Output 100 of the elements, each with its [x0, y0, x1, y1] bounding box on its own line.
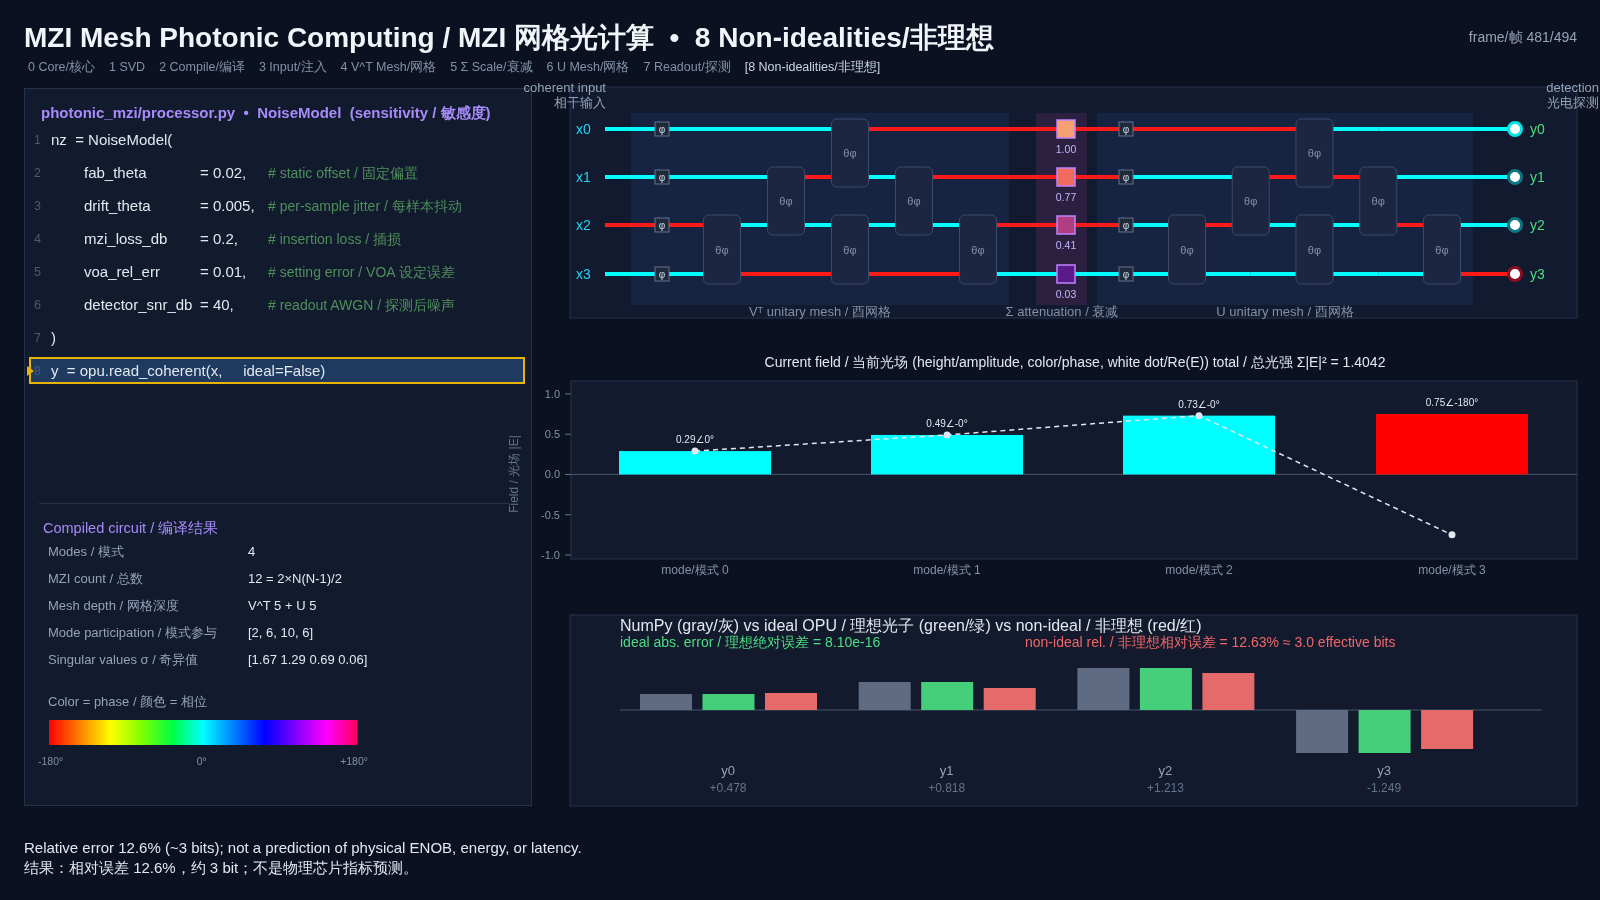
footer-note: 结果：相对误差 12.6%，约 3 bit；不是物理芯片指标预测。 [24, 858, 420, 878]
mzi-block: θφ [767, 166, 805, 236]
bar [1139, 668, 1192, 710]
bar [1421, 710, 1474, 749]
step-tab[interactable]: 5 Σ Scale/衰减 [450, 59, 533, 75]
property-label: Mesh depth / 网格深度 [48, 596, 180, 615]
code-text: = 40, [200, 294, 235, 315]
category-label: mode/模式 2 [1165, 563, 1233, 577]
value-label: 0.29∠0° [676, 434, 714, 446]
tick-label: -1.0 [541, 548, 560, 561]
mzi-block: θφ [1231, 166, 1270, 236]
value-label: 0.49∠-0° [926, 417, 968, 429]
line-number: 7 [34, 330, 42, 345]
region-label: U unitary mesh / 酉网格 [1216, 304, 1354, 319]
step-tab[interactable]: 7 Readout/探测 [643, 59, 731, 75]
input-label: coherent input [523, 80, 606, 95]
bar [640, 694, 692, 710]
step-tab[interactable]: 0 Core/核心 [28, 59, 95, 75]
step-tab[interactable]: 6 U Mesh/网格 [546, 59, 630, 75]
step-tab[interactable]: [8 Non-idealities/非理想] [744, 59, 881, 75]
bar [1077, 668, 1130, 710]
value-label: +0.478 [709, 781, 747, 795]
code-file-title: photonic_mzi/processor.py • NoiseModel (sensitivity / 敏感度) [41, 103, 492, 123]
attenuation-value: 0.41 [1055, 239, 1077, 251]
attenuation-value: 0.77 [1055, 191, 1077, 203]
code-text: ) [51, 327, 56, 348]
page-title: MZI Mesh Photonic Computing / MZI 网格光计算 • 8 Non-idealities/非理想 [24, 21, 994, 55]
tick-label: 0.0 [544, 468, 560, 481]
category-label: y2 [1158, 763, 1173, 778]
error-note: non-ideal rel. / 非理想相对误差 = 12.63% ≈ 3.0 effective bits [1025, 634, 1396, 650]
property-value: [2, 6, 10, 6] [248, 625, 314, 640]
phase-shifter: φ [1118, 217, 1134, 233]
step-tab[interactable]: 2 Compile/编译 [159, 59, 245, 75]
footer-note: Relative error 12.6% (~3 bits); not a prediction of physical ENOB, energy, or latency. [24, 838, 583, 858]
frame-counter: frame/帧 481/494 [1468, 29, 1577, 47]
phase-shifter: φ [654, 121, 670, 137]
mzi-block: θφ [1168, 214, 1206, 285]
region-label: Vᵀ unitary mesh / 酉网格 [748, 304, 892, 319]
code-text: = 0.01, [200, 261, 248, 282]
mode-label: x0 [576, 121, 591, 137]
mode-label: y1 [1530, 169, 1545, 185]
value-label: 0.73∠-0° [1178, 398, 1220, 410]
line-number: 3 [34, 198, 42, 213]
tick-label: 1.0 [544, 387, 560, 400]
step-tab[interactable]: 3 Input/注入 [258, 59, 327, 75]
property-label: Singular values σ / 奇异值 [48, 650, 200, 669]
step-tab[interactable]: 1 SVD [109, 59, 146, 75]
property-label: Mode participation / 模式参与 [48, 623, 219, 642]
mode-label: y2 [1530, 217, 1545, 233]
mzi-block: θφ [1359, 166, 1398, 236]
mode-label: x2 [576, 217, 591, 233]
category-label: y0 [721, 763, 735, 778]
value-label: -1.249 [1367, 781, 1402, 795]
code-text: nz = NoiseModel( [51, 129, 173, 150]
mzi-block: θφ [1295, 118, 1334, 188]
mzi-block: θφ [1423, 214, 1461, 285]
output-label: detection [1546, 80, 1599, 95]
code-comment: # per-sample jitter / 每样本抖动 [268, 196, 462, 216]
error-note: ideal abs. error / 理想绝对误差 = 8.10e-16 [620, 634, 881, 650]
output-label: 光电探测 [1547, 95, 1599, 110]
code-text: = 0.005, [200, 195, 256, 216]
chart-title: Current field / 当前光场 (height/amplitude, color/phase, white dot/Re(E)) total / 总光强 Σ|E|² = 1.4042 [764, 354, 1386, 370]
property-value: V^T 5 + U 5 [248, 598, 317, 613]
value-label: +1.213 [1146, 781, 1184, 795]
attenuation-value: 0.03 [1055, 288, 1077, 300]
phase-shifter: φ [654, 169, 670, 185]
tick-label: +180° [340, 754, 368, 769]
mzi-block: θφ [959, 214, 997, 285]
tick-label: 0.5 [544, 428, 560, 441]
phase-shifter: φ [1118, 169, 1134, 185]
property-value: 4 [248, 544, 256, 559]
mzi-block: θφ [703, 214, 741, 285]
code-text: = 0.2, [200, 228, 239, 249]
bar [1202, 673, 1255, 710]
mzi-block: θφ [831, 214, 869, 285]
category-label: mode/模式 3 [1418, 563, 1486, 577]
code-text: fab_theta [84, 162, 148, 183]
bar [983, 688, 1036, 710]
axis-title: Field / 光场 |E| [507, 435, 521, 513]
value-label: +0.818 [928, 781, 966, 795]
line-number: 1 [34, 132, 42, 147]
region-label: Σ attenuation / 衰减 [1005, 304, 1119, 319]
code-text: mzi_loss_db [84, 228, 169, 249]
step-tab[interactable]: 4 V^T Mesh/网格 [340, 59, 437, 75]
colorbar-label: Color = phase / 颜色 = 相位 [48, 693, 208, 711]
property-value: 12 = 2×N(N-1)/2 [248, 571, 342, 586]
bar [765, 693, 817, 710]
tick-label: -0.5 [541, 508, 560, 521]
code-comment: # insertion loss / 插损 [268, 229, 402, 249]
phase-shifter: φ [654, 266, 670, 282]
tick-label: -180° [38, 754, 64, 769]
code-text: = 0.02, [200, 162, 248, 183]
mzi-block: θφ [1295, 214, 1334, 285]
phase-shifter: φ [1118, 121, 1134, 137]
attenuation-value: 1.00 [1055, 143, 1077, 155]
tick-label: 0° [196, 754, 207, 769]
code-text: voa_rel_err [84, 261, 161, 282]
line-number: 5 [34, 264, 42, 279]
value-label: 0.75∠-180° [1425, 397, 1479, 408]
code-comment: # readout AWGN / 探测后噪声 [268, 295, 455, 315]
